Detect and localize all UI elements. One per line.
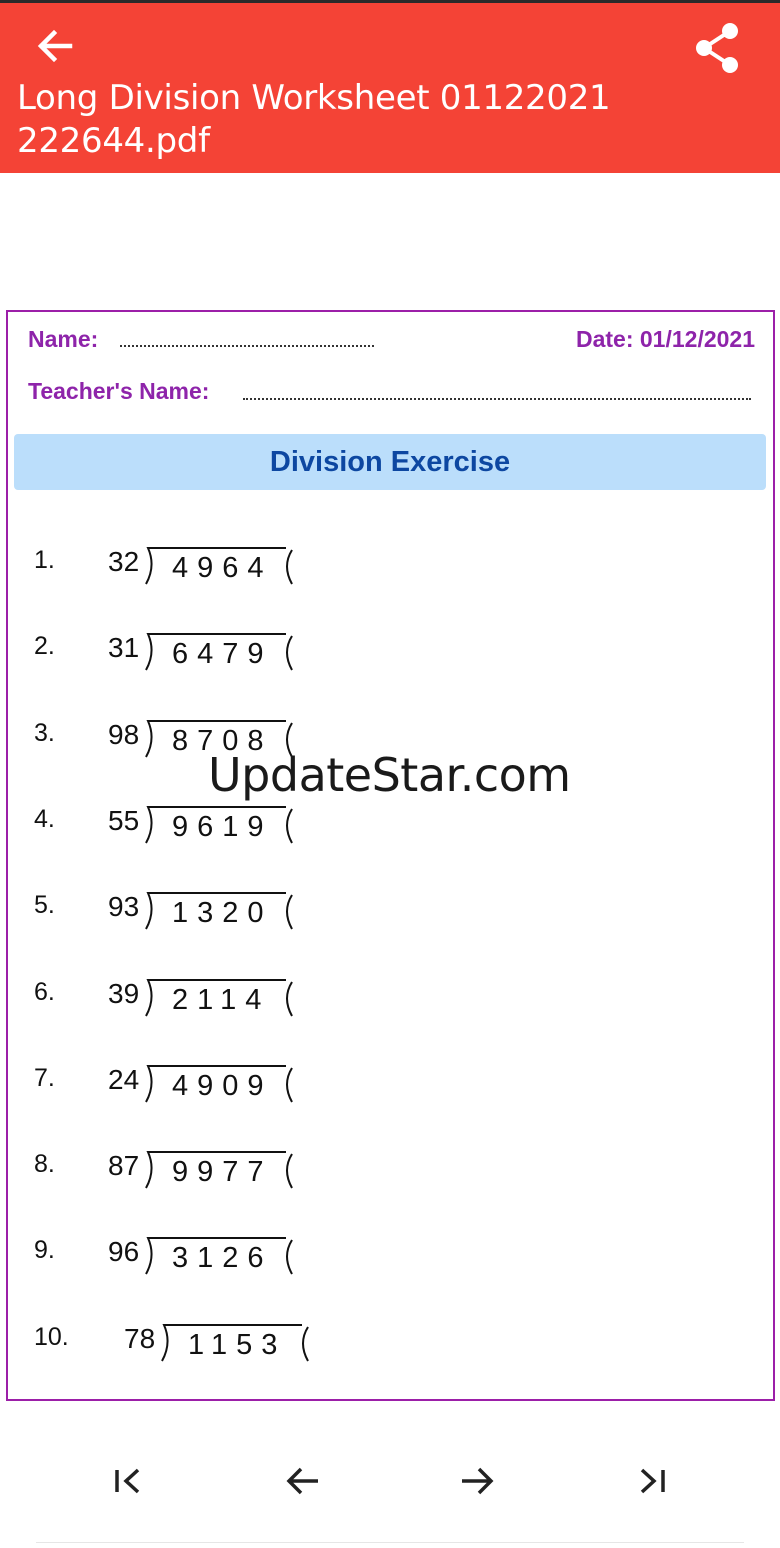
dividend: 1153: [188, 1328, 287, 1361]
problem-item: 8. 87 9977: [8, 1150, 408, 1210]
dividend: 3126: [172, 1242, 273, 1275]
arrow-left-icon: [286, 1467, 318, 1495]
dividend: 6479: [172, 638, 273, 671]
share-button[interactable]: [688, 21, 746, 79]
share-icon: [696, 23, 738, 73]
problem-number: 1.: [34, 546, 55, 574]
next-page-button[interactable]: [452, 1456, 502, 1506]
problem-number: 3.: [34, 718, 55, 747]
divisor: 96: [108, 1236, 140, 1268]
dividend: 4964: [172, 552, 273, 584]
problem-item: 6. 39 2114: [8, 978, 408, 1038]
divisor: 31: [108, 632, 140, 664]
problem-number: 7.: [34, 1063, 55, 1092]
problem-item: 4. 55 9619: [8, 805, 408, 865]
problem-item: 2. 31 6479: [8, 632, 408, 692]
exercise-banner: Division Exercise: [14, 434, 766, 490]
divisor: 55: [108, 804, 140, 836]
app-bar: Long Division Worksheet 01122021 222644.…: [0, 3, 780, 173]
back-button[interactable]: [30, 21, 80, 71]
problem-number: 4.: [34, 804, 55, 833]
dividend: 1320: [172, 897, 273, 930]
problem-item: 5. 93 1320: [8, 891, 408, 951]
problem-number: 5.: [34, 891, 55, 920]
dividend: 4909: [172, 1069, 273, 1102]
document-title: Long Division Worksheet 01122021 222644.…: [17, 78, 611, 161]
divisor: 93: [108, 891, 140, 923]
problem-item: 1. 32 4964: [8, 546, 408, 606]
name-label: Name:: [28, 326, 99, 352]
last-page-icon: [640, 1468, 665, 1494]
problem-number: 10.: [34, 1322, 69, 1351]
problem-number: 6.: [34, 977, 55, 1006]
problem-number: 8.: [34, 1150, 55, 1179]
divisor: 32: [108, 546, 140, 577]
problem-item: 7. 24 4909: [8, 1064, 408, 1124]
previous-page-button[interactable]: [278, 1456, 328, 1506]
problem-number: 2.: [34, 632, 55, 661]
date-label: Date: 01/12/2021: [575, 326, 755, 352]
problem-number: 9.: [34, 1236, 55, 1265]
page-navigation-bar: [0, 1440, 780, 1520]
dividend: 2114: [172, 983, 271, 1016]
dividend: 9619: [172, 810, 273, 843]
first-page-button[interactable]: [102, 1456, 152, 1506]
dividend: 9977: [172, 1156, 273, 1189]
teacher-name-blank-line: [243, 398, 751, 400]
name-blank-line: [120, 345, 374, 347]
arrow-left-icon: [37, 29, 73, 63]
bottom-divider: [36, 1542, 744, 1543]
teacher-name-label: Teacher's Name:: [28, 378, 210, 404]
divisor: 87: [108, 1150, 140, 1182]
problem-item: 10. 78 1153: [8, 1323, 408, 1383]
divisor: 39: [108, 977, 140, 1009]
divisor: 98: [108, 718, 140, 750]
last-page-button[interactable]: [628, 1456, 678, 1506]
first-page-icon: [115, 1468, 140, 1494]
arrow-right-icon: [462, 1467, 494, 1495]
divisor: 78: [124, 1322, 156, 1354]
problem-item: 9. 96 3126: [8, 1236, 408, 1296]
watermark-text: UpdateStar.com: [208, 748, 571, 802]
worksheet-page: Name: Date: 01/12/2021 Teacher's Name: D…: [6, 310, 775, 1401]
divisor: 24: [108, 1063, 140, 1095]
exercise-title: Division Exercise: [269, 445, 511, 478]
